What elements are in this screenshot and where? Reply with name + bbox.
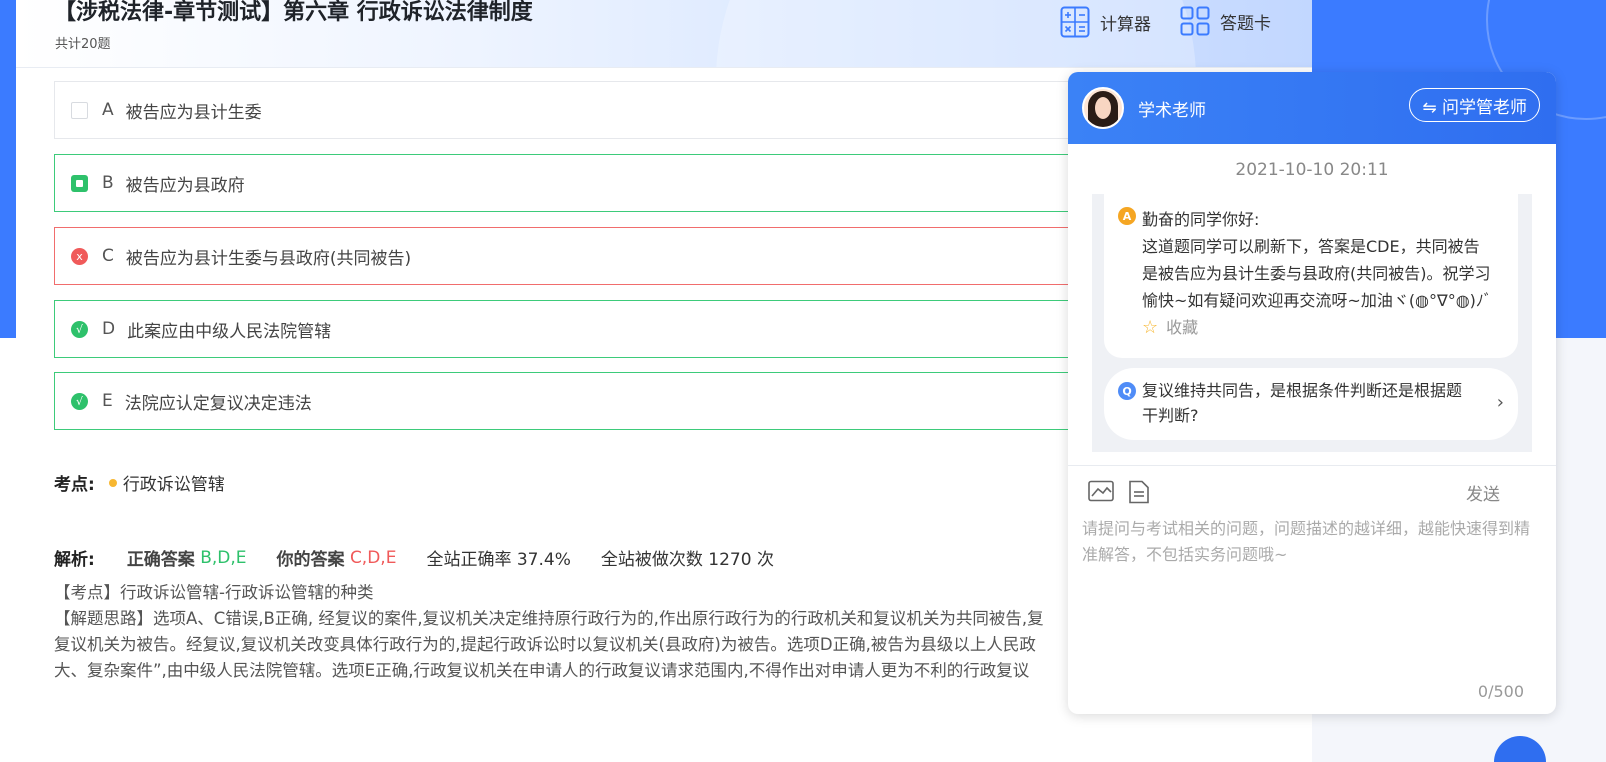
option-letter: C xyxy=(102,246,114,266)
chat-toolbar xyxy=(1088,480,1150,508)
explanation-line: 复议机关为被告。经复议,复议机关改变具体行政行为的,提起行政诉讼时以复议机关(县… xyxy=(54,635,1036,654)
switch-teacher-button[interactable]: ⇋ 问学管老师 xyxy=(1409,88,1540,122)
explanation-line: 【解题思路】选项A、C错误,B正确, 经复议的案件,复议机关决定维持原行政行为的… xyxy=(54,609,1044,628)
question-line: 复议维持共同告，是根据条件判断还是根据题 xyxy=(1142,381,1463,400)
teacher-name: 学术老师 xyxy=(1138,100,1206,121)
your-answer-value: C,D,E xyxy=(349,547,397,568)
option-c[interactable]: x C 被告应为县计生委与县政府(共同被告) xyxy=(54,227,1094,285)
answer-bubble: A 勤奋的同学你好: 这道题同学可以刷新下，答案是CDE，共同被告 是被告应为县… xyxy=(1104,194,1518,358)
option-a[interactable]: A 被告应为县计生委 xyxy=(54,81,1094,139)
answer-card-label: 答题卡 xyxy=(1220,13,1271,34)
unchecked-box-icon xyxy=(71,101,88,119)
explanation-line: 大、复杂案件”,由中级人民法院管辖。选项E正确,行政复议机关在申请人的行政复议请… xyxy=(54,661,1030,680)
analysis-label: 解析: xyxy=(54,550,95,570)
analysis-summary: 解析: 正确答案 B,D,E 你的答案 C,D,E 全站正确率 37.4% 全站… xyxy=(54,545,774,571)
teacher-avatar xyxy=(1082,87,1124,129)
question-input[interactable]: 请提问与考试相关的问题，问题描述的越详细，越能快速得到精准解答，不包括实务问题哦… xyxy=(1082,516,1542,676)
option-letter: E xyxy=(102,391,113,411)
check-icon: √ xyxy=(71,392,88,410)
favorite-button[interactable]: ☆ 收藏 xyxy=(1142,314,1510,341)
wrong-icon: x xyxy=(71,247,88,265)
check-icon: √ xyxy=(71,320,88,338)
explanation-line: 【考点】行政诉讼管辖-行政诉讼管辖的种类 xyxy=(54,583,374,602)
chat-header: 学术老师 ⇋ 问学管老师 xyxy=(1068,72,1556,144)
option-text: 被告应为县政府 xyxy=(125,175,245,196)
send-button[interactable]: 发送 xyxy=(1466,480,1500,505)
site-accuracy: 全站正确率 37.4% xyxy=(426,550,571,570)
option-letter: B xyxy=(102,173,114,193)
correct-answer-value: B,D,E xyxy=(200,547,247,568)
option-b[interactable]: B 被告应为县政府 xyxy=(54,154,1094,212)
option-letter: D xyxy=(102,319,116,339)
chat-timestamp: 2021-10-10 20:11 xyxy=(1235,160,1389,180)
chat-divider xyxy=(1068,465,1556,466)
calculator-icon xyxy=(1060,6,1090,38)
answer-line: 愉快~如有疑问欢迎再交流呀~加油ヾ(◍°∇°◍)ﾉﾞ xyxy=(1142,291,1492,310)
answer-line: 勤奋的同学你好: xyxy=(1142,210,1260,229)
knowledge-point-label: 考点: xyxy=(54,475,95,495)
question-bubble[interactable]: Q 复议维持共同告，是根据条件判断还是根据题 干判断? › xyxy=(1104,368,1518,440)
knowledge-point-value: 行政诉讼管辖 xyxy=(122,475,225,495)
option-text: 被告应为县计生委与县政府(共同被告) xyxy=(125,248,412,269)
option-text: 被告应为县计生委 xyxy=(125,102,262,123)
question-count: 共计20题 xyxy=(55,37,111,52)
knowledge-point: 考点: 行政诉讼管辖 xyxy=(54,470,225,495)
star-icon: ☆ xyxy=(1142,317,1159,338)
option-text: 此案应由中级人民法院管辖 xyxy=(127,321,332,342)
chat-messages: A 勤奋的同学你好: 这道题同学可以刷新下，答案是CDE，共同被告 是被告应为县… xyxy=(1092,194,1532,452)
option-e[interactable]: √ E 法院应认定复议决定违法 xyxy=(54,372,1094,430)
calculator-button[interactable]: 计算器 xyxy=(1060,6,1151,38)
option-text: 法院应认定复议决定违法 xyxy=(124,393,312,414)
answer-line: 是被告应为县计生委与县政府(共同被告)。祝学习 xyxy=(1142,264,1491,283)
question-line: 干判断? xyxy=(1142,406,1199,425)
question-badge-icon: Q xyxy=(1118,382,1136,400)
teacher-chat-panel: 学术老师 ⇋ 问学管老师 2021-10-10 20:11 A 勤奋的同学你好:… xyxy=(1068,72,1556,714)
site-attempts: 全站被做次数 1270 次 xyxy=(600,550,774,570)
answer-card-button[interactable]: 答题卡 xyxy=(1180,6,1271,36)
favorite-label: 收藏 xyxy=(1166,318,1199,337)
page-title: 【涉税法律-章节测试】第六章 行政诉讼法律制度 xyxy=(54,0,533,25)
char-counter: 0/500 xyxy=(1477,682,1524,701)
exam-header: 【涉税法律-章节测试】第六章 行政诉讼法律制度 共计20题 计算器 答题卡 xyxy=(16,0,1312,68)
answer-badge-icon: A xyxy=(1118,207,1136,225)
bullet-dot-icon xyxy=(108,478,117,487)
grid-icon xyxy=(1180,6,1210,36)
selected-box-icon xyxy=(71,174,88,192)
answer-line: 这道题同学可以刷新下，答案是CDE，共同被告 xyxy=(1142,237,1480,256)
option-letter: A xyxy=(102,100,114,120)
your-answer-label: 你的答案 xyxy=(276,550,345,570)
image-upload-icon[interactable] xyxy=(1088,480,1114,508)
option-d[interactable]: √ D 此案应由中级人民法院管辖 xyxy=(54,300,1094,358)
left-accent-strip xyxy=(0,0,16,338)
calculator-label: 计算器 xyxy=(1100,14,1151,35)
explanation-text: 【考点】行政诉讼管辖-行政诉讼管辖的种类 【解题思路】选项A、C错误,B正确, … xyxy=(54,580,1094,684)
chevron-right-icon: › xyxy=(1496,392,1504,413)
file-upload-icon[interactable] xyxy=(1128,480,1150,508)
correct-answer-label: 正确答案 xyxy=(126,550,195,570)
